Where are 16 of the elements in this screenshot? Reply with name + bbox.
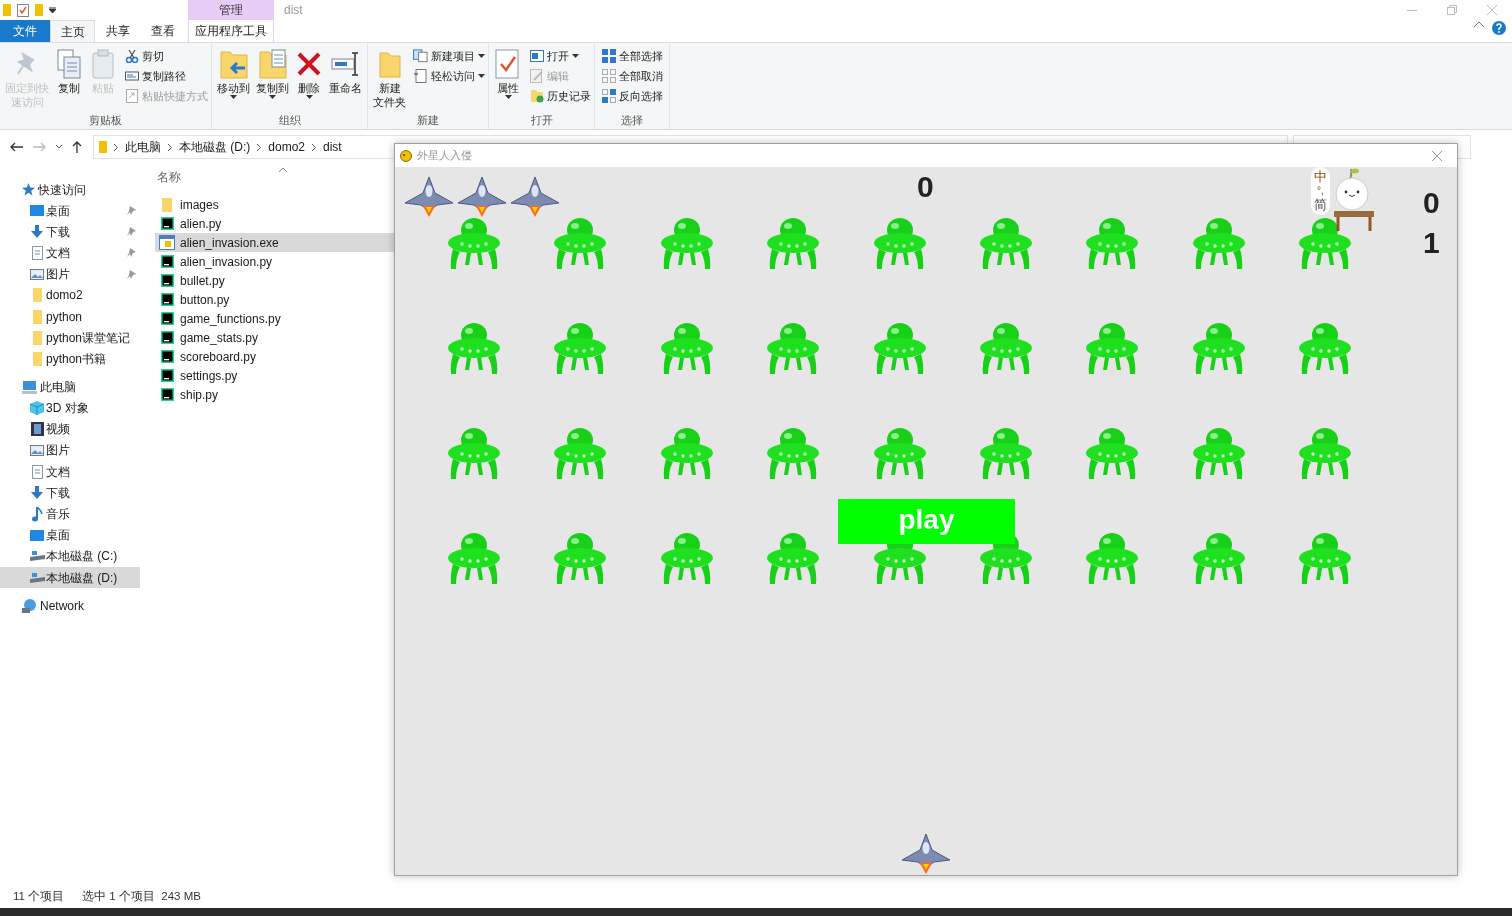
- ime-mode-text: 中: [1314, 169, 1327, 185]
- score-text: 0: [917, 169, 934, 205]
- context-tab-header: 管理: [188, 0, 274, 20]
- high-score-text: 0: [1423, 185, 1440, 221]
- ribbon-group-label: 打开: [529, 113, 554, 127]
- status-text: 11 个项目: [13, 889, 65, 905]
- ribbon-group-label: 组织: [277, 113, 302, 127]
- ribbon-group-label: 选择: [620, 113, 644, 127]
- ime-punctuation-text: °,: [1317, 185, 1324, 197]
- level-text: 1: [1423, 225, 1440, 261]
- ime-script-text: 简: [1314, 197, 1327, 213]
- ribbon-group-label: 新建: [416, 113, 440, 127]
- status-text: 选中 1 个项目 243 MB: [82, 889, 201, 905]
- window-title: 外星人入侵: [417, 148, 472, 164]
- ribbon-group-label: 剪贴板: [88, 113, 123, 127]
- window-title: dist: [283, 2, 303, 19]
